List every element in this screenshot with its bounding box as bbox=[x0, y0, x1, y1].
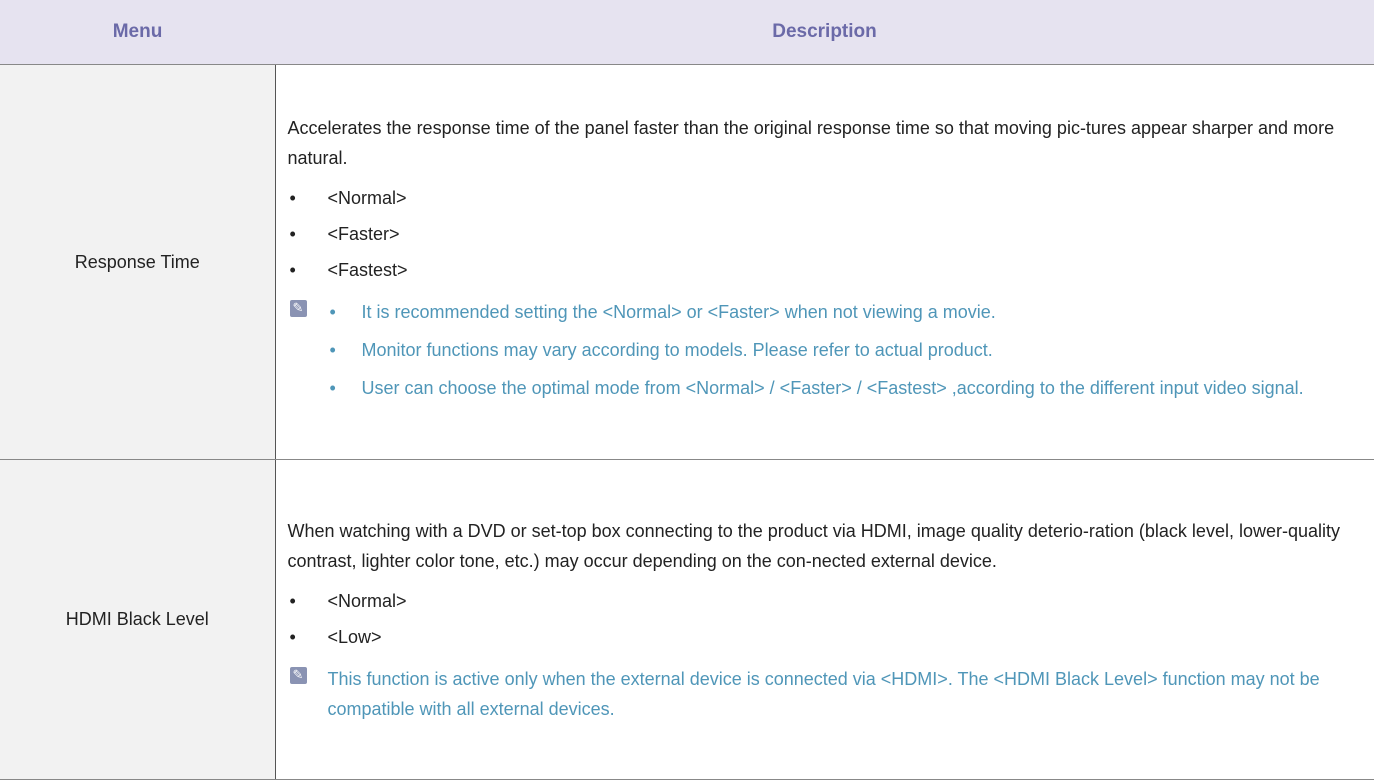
note-pencil-icon: ✎ bbox=[289, 666, 307, 684]
settings-table: Menu Description Response Time Accelerat… bbox=[0, 0, 1374, 780]
menu-cell-response-time: Response Time bbox=[0, 64, 276, 460]
bullet-icon: • bbox=[289, 590, 296, 611]
table-header-row: Menu Description bbox=[0, 0, 1374, 65]
bullet-icon: • bbox=[329, 302, 336, 322]
note-text: This function is active only when the ex… bbox=[327, 668, 1320, 719]
bullet-icon: • bbox=[329, 340, 336, 360]
description-cell-response-time: Accelerates the response time of the pan… bbox=[275, 64, 1374, 460]
bullet-icon: • bbox=[289, 626, 296, 647]
note-item: • It is recommended setting the <Normal> … bbox=[288, 297, 1374, 327]
response-time-note: ✎ • It is recommended setting the <Normal… bbox=[288, 297, 1374, 403]
bullet-icon: • bbox=[329, 378, 336, 398]
table-row: HDMI Black Level When watching with a DV… bbox=[0, 459, 1374, 780]
response-time-options: • <Normal> • <Faster> • <Fastest> bbox=[288, 187, 1374, 281]
hdmi-black-level-intro: When watching with a DVD or set-top box … bbox=[287, 520, 1341, 571]
list-item: • <Normal> bbox=[289, 188, 407, 208]
list-item: • <Low> bbox=[289, 626, 382, 647]
menu-column-header: Menu bbox=[0, 0, 275, 65]
menu-cell-hdmi-black-level: HDMI Black Level bbox=[0, 459, 276, 780]
list-item: • <Fastest> bbox=[289, 260, 408, 280]
bullet-icon: • bbox=[289, 224, 296, 244]
description-cell-hdmi-black-level: When watching with a DVD or set-top box … bbox=[275, 459, 1374, 780]
note-item: • Monitor functions may vary according to… bbox=[288, 335, 1374, 365]
description-column-header: Description bbox=[275, 0, 1374, 65]
list-item: • <Faster> bbox=[289, 224, 400, 244]
bullet-icon: • bbox=[289, 188, 296, 208]
hdmi-black-level-options: • <Normal> • <Low> bbox=[288, 590, 1374, 648]
bullet-icon: • bbox=[289, 260, 296, 280]
note-item: • User can choose the optimal mode from <… bbox=[288, 373, 1374, 403]
table-row: Response Time Accelerates the response t… bbox=[0, 64, 1374, 460]
list-item: • <Normal> bbox=[289, 590, 407, 611]
response-time-intro: Accelerates the response time of the pan… bbox=[287, 118, 1335, 168]
hdmi-black-level-note: ✎ This function is active only when the … bbox=[288, 664, 1374, 724]
